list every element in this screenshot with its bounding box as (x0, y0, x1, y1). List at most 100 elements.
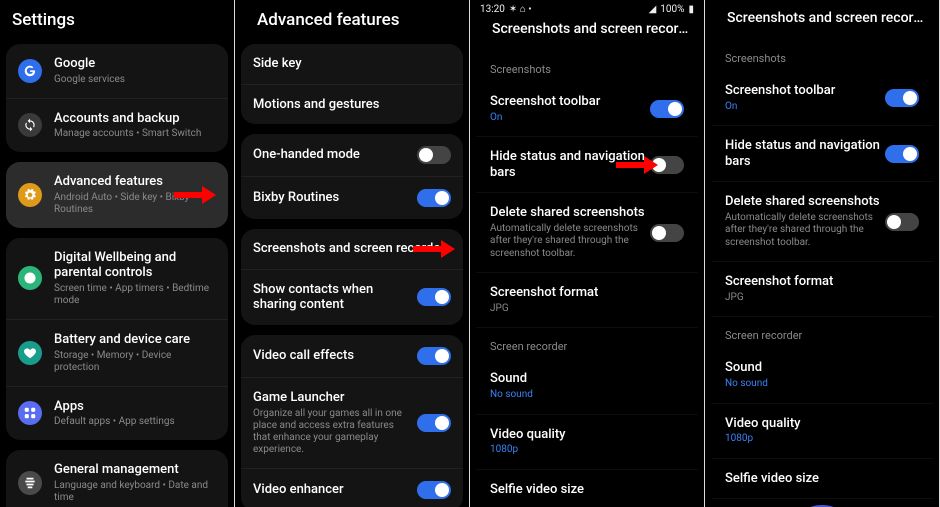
item-hide[interactable]: Hide status and navigation bars (476, 137, 698, 193)
gear-icon (18, 183, 42, 207)
item-title: Screenshot toolbar (725, 83, 885, 99)
item-selfie[interactable]: Selfie video size (476, 470, 698, 507)
screenshots-list: Screenshots Screenshot toolbar On Hide s… (470, 49, 704, 507)
item-sub: Organize all your games all in one place… (253, 408, 405, 456)
item-selfie[interactable]: Selfie video size (711, 459, 933, 500)
circle-icon (18, 266, 42, 290)
battery-icon: ▮ (688, 4, 694, 15)
adv-item-1[interactable]: Motions and gestures (241, 84, 463, 125)
item-title: General management (54, 462, 216, 478)
screenshots-list: Screenshots Screenshot toolbar On Hide s… (705, 38, 939, 507)
section-recorder: Screen recorder (711, 317, 933, 348)
item-hide[interactable]: Hide status and navigation bars (711, 126, 933, 182)
advanced-features-panel: Advanced features Side key Motions and g… (235, 0, 470, 507)
battery-text: 100% (660, 4, 684, 15)
item-sound[interactable]: Sound No sound (711, 348, 933, 403)
item-sub: JPG (725, 292, 919, 305)
settings-item-4[interactable]: Battery and device care Storage • Memory… (6, 319, 228, 386)
item-title: Sound (725, 360, 919, 376)
item-sub: Android Auto • Side key • Bixby Routines (54, 192, 216, 216)
item-delete[interactable]: Delete shared screenshots Automatically … (711, 182, 933, 262)
selfie-preview (711, 499, 933, 507)
item-sub: JPG (490, 303, 684, 316)
section-screenshots: Screenshots (711, 40, 933, 71)
apps-icon (18, 401, 42, 425)
toggle-switch[interactable] (885, 213, 919, 231)
header: Settings (0, 0, 234, 42)
page-title: Advanced features (257, 10, 447, 30)
item-title: Battery and device care (54, 332, 216, 348)
heart-icon (18, 341, 42, 365)
adv-item-3[interactable]: Bixby Routines (241, 176, 463, 219)
item-toolbar[interactable]: Screenshot toolbar On (476, 82, 698, 137)
item-sub: Automatically delete screenshots after t… (490, 223, 650, 261)
item-title: Google (54, 56, 216, 72)
status-time: 13:20 (480, 4, 505, 15)
toggle-switch[interactable] (650, 100, 684, 118)
adv-item-5[interactable]: Show contacts when sharing content (241, 269, 463, 325)
adv-item-0[interactable]: Side key (241, 44, 463, 84)
item-title: Bixby Routines (253, 190, 405, 206)
adv-item-4[interactable]: Screenshots and screen recorder (241, 229, 463, 269)
item-delete[interactable]: Delete shared screenshots Automatically … (476, 193, 698, 273)
signal-icon: ◢ (649, 4, 657, 15)
item-sub: Language and keyboard • Date and time (54, 480, 216, 504)
tools-icon (18, 471, 42, 495)
item-title: Screenshot format (490, 285, 684, 301)
item-title: Show contacts when sharing content (253, 282, 405, 313)
item-sub: 1080p (490, 444, 684, 457)
page-title: Screenshots and screen recorder (727, 10, 927, 26)
item-toolbar[interactable]: Screenshot toolbar On (711, 71, 933, 126)
toggle-switch[interactable] (885, 145, 919, 163)
toggle-switch[interactable] (417, 146, 451, 164)
item-title: Video quality (490, 427, 684, 443)
item-format[interactable]: Screenshot format JPG (711, 262, 933, 317)
settings-item-2[interactable]: Advanced features Android Auto • Side ke… (6, 162, 228, 228)
item-title: Motions and gestures (253, 97, 451, 113)
header: Screenshots and screen recorder (705, 0, 939, 38)
item-title: Hide status and navigation bars (725, 138, 885, 169)
section-screenshots: Screenshots (476, 51, 698, 82)
item-title: Screenshots and screen recorder (253, 241, 451, 257)
toggle-switch[interactable] (650, 156, 684, 174)
item-sound[interactable]: Sound No sound (476, 359, 698, 414)
item-quality[interactable]: Video quality 1080p (476, 415, 698, 470)
adv-item-8[interactable]: Video enhancer (241, 468, 463, 507)
item-sub: 1080p (725, 433, 919, 446)
toggle-switch[interactable] (885, 89, 919, 107)
item-sub: On (490, 112, 650, 125)
item-format[interactable]: Screenshot format JPG (476, 273, 698, 328)
item-title: Delete shared screenshots (725, 194, 885, 210)
advanced-list: Side key Motions and gestures One-handed… (235, 42, 469, 507)
adv-item-6[interactable]: Video call effects (241, 335, 463, 377)
settings-item-1[interactable]: Accounts and backup Manage accounts • Sm… (6, 98, 228, 153)
toggle-switch[interactable] (417, 347, 451, 365)
toggle-switch[interactable] (417, 288, 451, 306)
item-sub: Google services (54, 74, 216, 86)
settings-item-3[interactable]: Digital Wellbeing and parental controls … (6, 238, 228, 319)
toggle-switch[interactable] (650, 224, 684, 242)
item-quality[interactable]: Video quality 1080p (711, 404, 933, 459)
settings-list: Google Google services Accounts and back… (0, 42, 234, 507)
status-icons: ✶ ⌂ • (509, 4, 532, 15)
toggle-switch[interactable] (417, 481, 451, 499)
item-sub: Default apps • App settings (54, 416, 216, 428)
item-title: Video call effects (253, 348, 405, 364)
item-title: Selfie video size (490, 482, 684, 498)
page-title: Screenshots and screen recorder (492, 21, 692, 37)
item-title: Screenshot format (725, 274, 919, 290)
toggle-switch[interactable] (417, 414, 451, 432)
settings-item-5[interactable]: Apps Default apps • App settings (6, 386, 228, 441)
item-title: One-handed mode (253, 147, 405, 163)
item-sub: No sound (725, 378, 919, 391)
item-sub: Manage accounts • Smart Switch (54, 128, 216, 140)
adv-item-2[interactable]: One-handed mode (241, 134, 463, 176)
item-title: Digital Wellbeing and parental controls (54, 250, 216, 281)
adv-item-7[interactable]: Game Launcher Organize all your games al… (241, 377, 463, 468)
toggle-switch[interactable] (417, 189, 451, 207)
item-sub: No sound (490, 389, 684, 402)
item-title: Video quality (725, 416, 919, 432)
page-title: Settings (12, 10, 212, 30)
settings-item-6[interactable]: General management Language and keyboard… (6, 450, 228, 507)
settings-item-0[interactable]: Google Google services (6, 44, 228, 98)
